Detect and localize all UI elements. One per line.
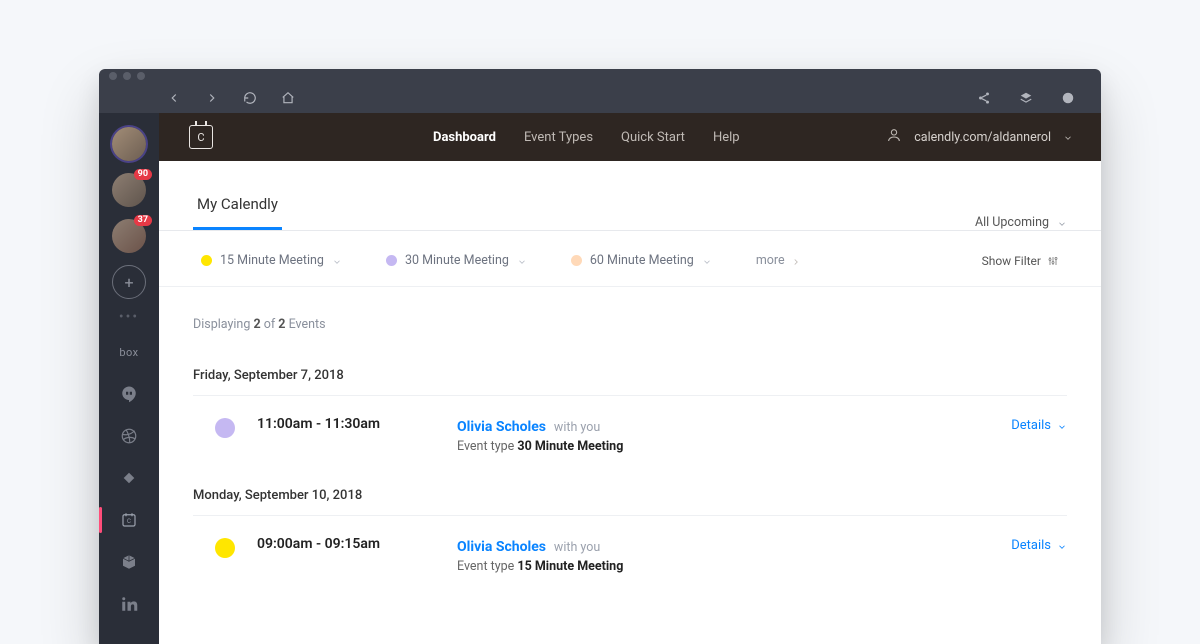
event-row: 09:00am - 09:15am Olivia Scholes with yo… bbox=[193, 516, 1067, 598]
notification-badge: 90 bbox=[134, 169, 152, 180]
app-box3d-icon[interactable] bbox=[112, 547, 146, 577]
nav-quick-start[interactable]: Quick Start bbox=[621, 130, 685, 145]
event-attendee[interactable]: Olivia Scholes bbox=[457, 419, 546, 435]
tab-my-calendly[interactable]: My Calendly bbox=[193, 195, 282, 230]
window-min-dot[interactable] bbox=[123, 72, 131, 80]
main-nav: Dashboard Event Types Quick Start Help bbox=[433, 130, 740, 145]
events-count: Displaying 2 of 2 Events bbox=[193, 317, 1067, 332]
window-close-dot[interactable] bbox=[109, 72, 117, 80]
calendly-logo[interactable]: C bbox=[189, 125, 213, 149]
app-box-icon[interactable]: box bbox=[112, 337, 146, 367]
day-label: Friday, September 7, 2018 bbox=[193, 368, 1067, 396]
app-linkedin-icon[interactable] bbox=[112, 589, 146, 619]
nav-reload-icon[interactable] bbox=[243, 91, 257, 105]
nav-event-types[interactable]: Event Types bbox=[524, 130, 593, 145]
history-icon[interactable] bbox=[1061, 91, 1075, 105]
app-diamond-icon[interactable] bbox=[112, 463, 146, 493]
event-color-dot bbox=[215, 418, 235, 438]
chip-30min[interactable]: 30 Minute Meeting bbox=[386, 253, 527, 268]
app-header: C Dashboard Event Types Quick Start Help… bbox=[159, 113, 1101, 161]
event-with: with you bbox=[554, 540, 600, 555]
day-label: Monday, September 10, 2018 bbox=[193, 488, 1067, 516]
chevron-down-icon bbox=[1063, 132, 1073, 142]
workspace-avatar[interactable]: 37 bbox=[112, 219, 146, 253]
filter-upcoming-dropdown[interactable]: All Upcoming bbox=[975, 215, 1067, 230]
chevron-down-icon bbox=[1057, 218, 1067, 228]
nav-dashboard[interactable]: Dashboard bbox=[433, 130, 496, 145]
chip-label: 15 Minute Meeting bbox=[220, 253, 324, 268]
chevron-down-icon bbox=[332, 256, 342, 266]
chip-15min[interactable]: 15 Minute Meeting bbox=[201, 253, 342, 268]
event-details-button[interactable]: Details bbox=[1011, 536, 1067, 553]
more-label: more bbox=[756, 253, 785, 268]
content-area: C Dashboard Event Types Quick Start Help… bbox=[159, 113, 1101, 644]
svg-text:C: C bbox=[127, 518, 131, 525]
chevron-down-icon bbox=[1057, 421, 1067, 431]
event-with: with you bbox=[554, 420, 600, 435]
app-window: 90 37 + ••• box C C Dashboard Event Type… bbox=[99, 69, 1101, 644]
event-time: 11:00am - 11:30am bbox=[257, 416, 457, 432]
filter-upcoming-label: All Upcoming bbox=[975, 215, 1049, 230]
window-max-dot[interactable] bbox=[137, 72, 145, 80]
dot-icon bbox=[201, 255, 212, 266]
nav-home-icon[interactable] bbox=[281, 91, 295, 105]
details-label: Details bbox=[1011, 418, 1051, 433]
events-list: Displaying 2 of 2 Events Friday, Septemb… bbox=[193, 287, 1067, 598]
event-attendee[interactable]: Olivia Scholes bbox=[457, 539, 546, 555]
show-filter-button[interactable]: Show Filter bbox=[982, 254, 1059, 268]
meeting-type-filters: 15 Minute Meeting 30 Minute Meeting 60 M… bbox=[159, 231, 1101, 287]
chip-60min[interactable]: 60 Minute Meeting bbox=[571, 253, 712, 268]
left-dock: 90 37 + ••• box C bbox=[99, 113, 159, 644]
notification-badge: 37 bbox=[134, 215, 152, 226]
chevron-down-icon bbox=[702, 256, 712, 266]
chevron-right-icon bbox=[791, 256, 801, 266]
event-type: Event type 30 Minute Meeting bbox=[457, 439, 1011, 454]
dot-icon bbox=[571, 255, 582, 266]
chip-more[interactable]: more bbox=[756, 253, 801, 268]
nav-help[interactable]: Help bbox=[713, 130, 740, 145]
show-filter-label: Show Filter bbox=[982, 254, 1041, 268]
event-type: Event type 15 Minute Meeting bbox=[457, 559, 1011, 574]
add-workspace-button[interactable]: + bbox=[112, 265, 146, 299]
dock-more-icon[interactable]: ••• bbox=[119, 309, 139, 325]
chip-label: 60 Minute Meeting bbox=[590, 253, 694, 268]
app-hangouts-icon[interactable] bbox=[112, 379, 146, 409]
day-group: Monday, September 10, 2018 09:00am - 09:… bbox=[193, 488, 1067, 598]
workspace-avatar[interactable] bbox=[112, 127, 146, 161]
page-body: My Calendly All Upcoming 15 Minute Meeti… bbox=[159, 161, 1101, 644]
app-dribbble-icon[interactable] bbox=[112, 421, 146, 451]
window-titlebar bbox=[99, 69, 1101, 83]
details-label: Details bbox=[1011, 538, 1051, 553]
logo-letter: C bbox=[197, 131, 204, 144]
chevron-down-icon bbox=[1057, 541, 1067, 551]
day-group: Friday, September 7, 2018 11:00am - 11:3… bbox=[193, 368, 1067, 478]
nav-forward-icon[interactable] bbox=[205, 91, 219, 105]
share-icon[interactable] bbox=[977, 91, 991, 105]
chevron-down-icon bbox=[517, 256, 527, 266]
user-menu[interactable]: calendly.com/aldannerol bbox=[886, 127, 1073, 147]
event-color-dot bbox=[215, 538, 235, 558]
layers-icon[interactable] bbox=[1019, 91, 1033, 105]
chip-label: 30 Minute Meeting bbox=[405, 253, 509, 268]
dot-icon bbox=[386, 255, 397, 266]
app-calendly-icon[interactable]: C bbox=[112, 505, 146, 535]
user-icon bbox=[886, 127, 902, 147]
event-details-button[interactable]: Details bbox=[1011, 416, 1067, 433]
workspace-avatar[interactable]: 90 bbox=[112, 173, 146, 207]
event-row: 11:00am - 11:30am Olivia Scholes with yo… bbox=[193, 396, 1067, 478]
user-url: calendly.com/aldannerol bbox=[914, 130, 1051, 145]
sliders-icon bbox=[1047, 255, 1059, 267]
event-time: 09:00am - 09:15am bbox=[257, 536, 457, 552]
browser-toolbar bbox=[99, 83, 1101, 113]
nav-back-icon[interactable] bbox=[167, 91, 181, 105]
